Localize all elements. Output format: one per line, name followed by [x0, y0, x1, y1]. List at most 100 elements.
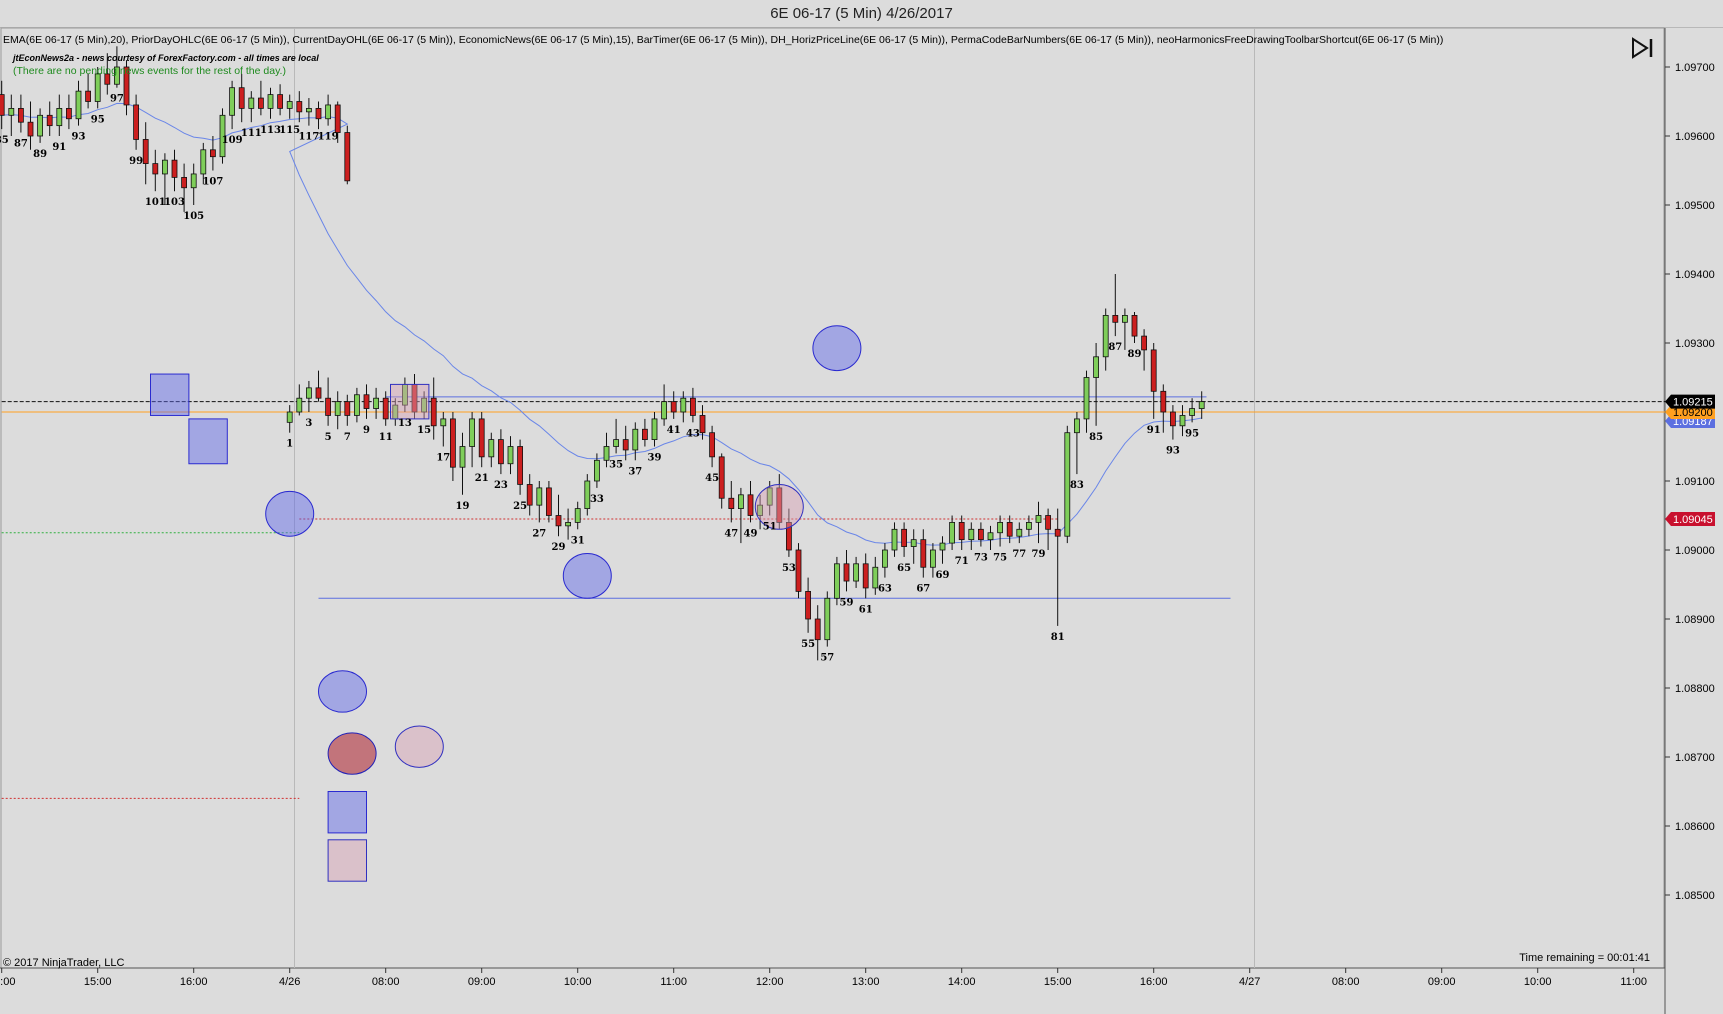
x-tick-label: 14:00	[948, 976, 976, 988]
candle-body	[1083, 377, 1090, 420]
candle-body	[373, 397, 380, 409]
price-chart[interactable]: 1.09700 1.09600 1.09500 1.09400 1.09300 1.092…	[0, 0, 1723, 1014]
candle-body	[805, 591, 811, 620]
bar-number-label: 45	[705, 473, 719, 484]
annotation-ellipse	[812, 325, 862, 372]
candle-body	[910, 539, 917, 547]
annotation-rectangle	[188, 418, 228, 465]
copyright-text: © 2017 NinjaTrader, LLC	[3, 957, 124, 969]
bar-number-label: 89	[33, 149, 47, 160]
candle-body	[987, 532, 994, 541]
bar-number-label: 13	[398, 418, 412, 429]
candle-body	[488, 439, 495, 458]
candle-body	[27, 121, 34, 137]
candle-body	[814, 618, 821, 641]
price-tag-label: 1.09045	[1673, 514, 1713, 526]
candle-body	[862, 563, 869, 589]
annotation-rectangle	[327, 791, 368, 834]
bar-number-label: 71	[955, 556, 969, 567]
candle-body	[286, 411, 293, 423]
candle-body	[1093, 356, 1099, 378]
candle-body	[0, 94, 5, 116]
bar-number-label: 85	[0, 135, 9, 146]
bar-number-label: 5	[325, 432, 332, 443]
y-tick-label: 1.08700	[1675, 752, 1715, 764]
bar-number-label: 67	[916, 584, 930, 595]
candle-body	[66, 108, 72, 120]
chart-window: 6E 06-17 (5 Min) 4/26/2017 1.09700 1.0960…	[0, 0, 1723, 1014]
candle-body	[661, 401, 667, 420]
x-tick-label: 08:00	[1332, 976, 1360, 988]
bar-number-label: 63	[878, 584, 892, 595]
candle-body	[17, 108, 24, 123]
y-tick-label: 1.08900	[1675, 614, 1715, 626]
bar-number-label: 93	[72, 132, 86, 143]
candle-body	[555, 515, 562, 527]
candle-body	[497, 439, 504, 465]
candle-body	[1035, 515, 1042, 523]
candle-body	[305, 387, 312, 399]
bar-number-label: 73	[974, 553, 988, 564]
bar-number-label: 85	[1089, 432, 1103, 443]
x-tick-label: 11:00	[1620, 976, 1647, 988]
candle-body	[325, 397, 332, 416]
candle-body	[565, 522, 571, 527]
candle-body	[325, 104, 332, 120]
candle-body	[248, 97, 255, 109]
candle-body	[1045, 515, 1051, 530]
drawing-toolbar-shortcut-icon[interactable]	[1630, 37, 1656, 59]
y-tick-label: 1.09400	[1675, 269, 1715, 281]
y-tick-label: 1.09100	[1675, 476, 1715, 488]
bar-number-label: 65	[897, 563, 911, 574]
candle-body	[229, 87, 236, 116]
bar-number-label: 33	[590, 494, 604, 505]
candle-body	[133, 104, 140, 140]
bar-number-label: 109	[222, 135, 243, 146]
candle-body	[344, 401, 351, 416]
candle-body	[171, 159, 178, 178]
y-tick-label: 1.09500	[1675, 200, 1715, 212]
candle-body	[181, 176, 188, 189]
price-tag-label: 1.09200	[1673, 407, 1713, 419]
bar-number-label: 29	[552, 542, 566, 553]
candle-body	[469, 418, 476, 447]
candle-body	[949, 522, 955, 544]
candle-body	[1112, 314, 1119, 323]
candle-body	[277, 94, 284, 109]
bar-number-label: 101	[145, 197, 166, 208]
bar-number-label: 75	[993, 553, 1007, 564]
candle-body	[440, 418, 447, 427]
x-tick-label: 15:00	[84, 976, 112, 988]
x-tick-label: 11:00	[660, 976, 687, 988]
annotation-rectangle	[327, 839, 368, 882]
annotation-ellipse	[394, 725, 444, 768]
bar-number-label: 77	[1012, 549, 1026, 560]
candle-body	[238, 87, 245, 109]
bar-number-label: 79	[1032, 549, 1046, 560]
candle-body	[209, 149, 216, 158]
bar-number-label: 41	[667, 425, 681, 436]
bar-number-label: 87	[1108, 342, 1122, 353]
x-tick-label: 16:00	[180, 976, 208, 988]
candle-body	[930, 549, 936, 568]
candle-body	[718, 456, 725, 499]
bar-number-label: 57	[820, 653, 834, 664]
candle-body	[305, 108, 312, 113]
annotation-ellipse	[265, 490, 315, 537]
bar-number-label: 15	[417, 425, 431, 436]
bar-number-label: 17	[436, 453, 450, 464]
candle-body	[286, 101, 293, 109]
candle-body	[334, 401, 341, 416]
candle-body	[853, 563, 859, 582]
y-tick-label: 1.09600	[1675, 131, 1715, 143]
y-tick-label: 1.08500	[1675, 890, 1715, 902]
bar-number-label: 3	[305, 418, 312, 429]
candle-body	[94, 73, 101, 102]
annotation-ellipse	[327, 732, 377, 775]
candle-body	[1141, 335, 1147, 351]
candle-body	[1074, 418, 1080, 434]
candle-body	[709, 432, 715, 458]
bar-number-label: 95	[1185, 428, 1199, 439]
candle-body	[1189, 408, 1195, 416]
candle-body	[958, 522, 965, 541]
